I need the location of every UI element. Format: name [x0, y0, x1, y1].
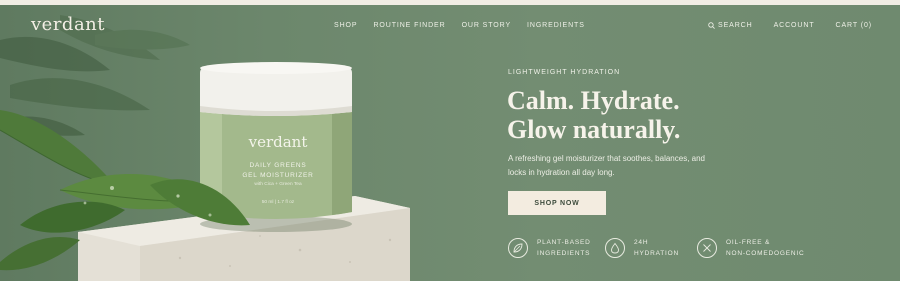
search-link[interactable]: SEARCH: [708, 22, 753, 29]
nav-item-ingredients[interactable]: INGREDIENTS: [527, 22, 585, 29]
feature-oil-free: OIL-FREE & NON-COMEDOGENIC: [697, 237, 804, 259]
cart-link[interactable]: CART (0): [836, 22, 873, 29]
feature-label: OIL-FREE & NON-COMEDOGENIC: [726, 237, 804, 259]
feature-line2: HYDRATION: [634, 250, 679, 257]
feature-line2: NON-COMEDOGENIC: [726, 250, 805, 257]
jar-name-line2: GEL MOISTURIZER: [242, 172, 314, 179]
feature-hydration: 24H HYDRATION: [605, 237, 679, 259]
feature-label: 24H HYDRATION: [634, 237, 679, 259]
hero-eyebrow: LIGHTWEIGHT HYDRATION: [508, 69, 621, 76]
hero-description: A refreshing gel moisturizer that soothe…: [508, 154, 705, 177]
nav-item-shop[interactable]: SHOP: [334, 22, 357, 29]
no-clog-icon: [697, 238, 717, 258]
jar-size: 50 ml | 1.7 fl oz: [261, 200, 295, 205]
feature-label: PLANT-BASED INGREDIENTS: [537, 237, 591, 259]
nav-item-routine-finder[interactable]: ROUTINE FINDER: [373, 22, 445, 29]
top-navigation: verdant SHOP ROUTINE FINDER OUR STORY IN…: [0, 5, 900, 47]
hero-headline: Calm. Hydrate. Glow naturally.: [507, 86, 837, 144]
nav-item-our-story[interactable]: OUR STORY: [462, 22, 511, 29]
jar-brand-text: verdant: [248, 133, 308, 151]
leaf-icon: [508, 238, 528, 258]
headline-line2: Glow naturally.: [507, 115, 681, 144]
brand-logo[interactable]: verdant: [31, 14, 105, 35]
feature-plant-based: PLANT-BASED INGREDIENTS: [508, 237, 591, 259]
main-menu: SHOP ROUTINE FINDER OUR STORY INGREDIENT…: [334, 22, 601, 29]
feature-line1: OIL-FREE &: [726, 239, 771, 246]
feature-line1: 24H: [634, 239, 649, 246]
jar-product-name: DAILY GREENS GEL MOISTURIZER: [222, 161, 334, 181]
account-link[interactable]: ACCOUNT: [774, 22, 815, 29]
search-icon: [708, 22, 715, 29]
feature-line1: PLANT-BASED: [537, 239, 591, 246]
headline-line1: Calm. Hydrate.: [507, 86, 680, 115]
search-label: SEARCH: [718, 22, 753, 29]
jar-name-line1: DAILY GREENS: [249, 162, 307, 169]
feature-line2: INGREDIENTS: [537, 250, 591, 257]
shop-now-button[interactable]: SHOP NOW: [508, 191, 606, 215]
jar-subtitle: with Cica + Green Tea: [254, 182, 302, 187]
droplet-icon: [605, 238, 625, 258]
utility-links: SEARCH ACCOUNT CART (0): [708, 22, 872, 29]
